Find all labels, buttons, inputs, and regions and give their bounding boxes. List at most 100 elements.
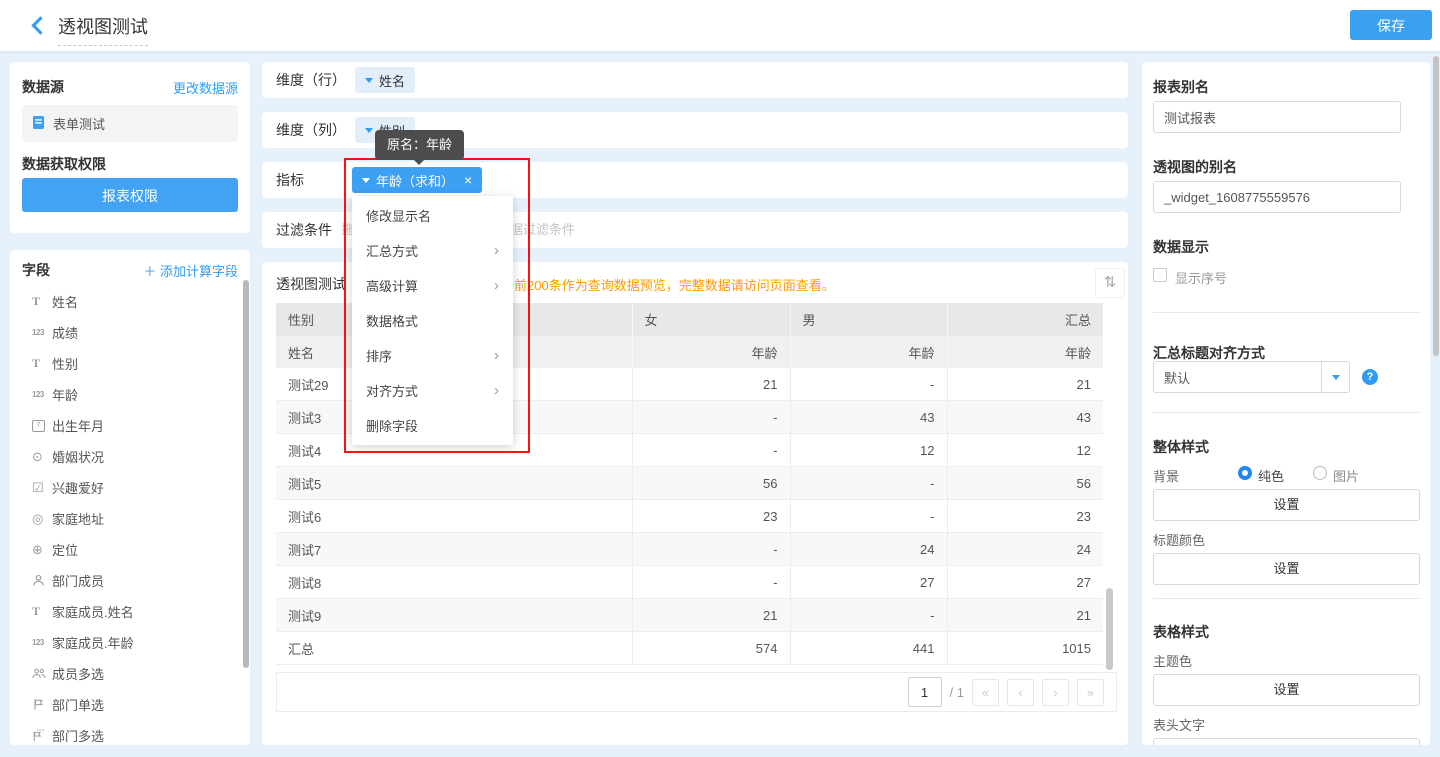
preview-title: 透视图测试 [276, 274, 346, 294]
menu-item-delete-field[interactable]: 删除字段 [352, 408, 513, 443]
menu-item-data-format[interactable]: 数据格式 [352, 303, 513, 338]
field-item[interactable]: 123家庭成员.年龄 [10, 627, 250, 658]
target-icon: ⊕ [32, 542, 52, 558]
table-style-label: 表格样式 [1153, 622, 1209, 642]
title-color-label: 标题颜色 [1153, 530, 1205, 549]
text-icon: T [32, 604, 52, 619]
pivot-builder-app: 透视图测试 保存 数据源 更改数据源 表单测试 数据获取权限 报表权限 字段 ＋… [0, 0, 1440, 757]
divider [1153, 312, 1420, 313]
preview-scrollbar[interactable] [1106, 588, 1113, 670]
page-input[interactable] [908, 677, 942, 707]
date-icon: 7 [32, 420, 52, 432]
fields-section-title: 字段 [22, 260, 50, 280]
field-item[interactable]: 成员多选 [10, 658, 250, 689]
overall-style-label: 整体样式 [1153, 437, 1209, 457]
chevron-down-icon [362, 178, 370, 183]
header-text-label: 表头文字 [1153, 715, 1205, 734]
field-item[interactable]: 7出生年月 [10, 410, 250, 441]
background-set-button[interactable]: 设置 [1153, 489, 1420, 521]
datasource-section-title: 数据源 [22, 77, 64, 97]
show-index-checkbox[interactable] [1153, 268, 1167, 282]
page-total: / 1 [950, 685, 964, 700]
first-page-icon[interactable]: « [972, 679, 999, 706]
bg-image-radio[interactable] [1313, 466, 1327, 480]
number-icon: 123 [32, 390, 52, 399]
pagination-bar: / 1 « ‹ › » [276, 672, 1117, 712]
change-datasource-link[interactable]: 更改数据源 [173, 78, 238, 97]
field-item[interactable]: 123年龄 [10, 379, 250, 410]
field-context-menu: 修改显示名 汇总方式› 高级计算› 数据格式 排序› 对齐方式› 删除字段 [352, 196, 513, 445]
members-icon [32, 667, 52, 680]
field-item[interactable]: ⊕定位 [10, 534, 250, 565]
report-permission-button[interactable]: 报表权限 [22, 178, 238, 212]
row-dimension-label: 维度（行） [276, 62, 346, 98]
help-icon[interactable]: ? [1362, 369, 1378, 385]
last-page-icon[interactable]: » [1077, 679, 1104, 706]
dept-single-icon [32, 698, 52, 711]
permission-section-title: 数据获取权限 [22, 154, 106, 174]
table-row: 测试7-2424 [276, 533, 1103, 566]
menu-item-rename[interactable]: 修改显示名 [352, 198, 513, 233]
menu-item-advanced-calc[interactable]: 高级计算› [352, 268, 513, 303]
form-doc-icon [32, 115, 45, 133]
field-item[interactable]: T姓名 [10, 286, 250, 317]
datasource-name: 表单测试 [53, 114, 105, 133]
chevron-down-icon [365, 78, 373, 83]
field-item[interactable]: 部门成员 [10, 565, 250, 596]
page-title[interactable]: 透视图测试 [58, 13, 148, 46]
add-calc-field-link[interactable]: ＋ 添加计算字段 [143, 261, 238, 280]
field-item[interactable]: 部门单选 [10, 689, 250, 720]
header-text-set-button[interactable]: 设置 [1153, 738, 1420, 745]
chevron-down-icon [1321, 362, 1349, 392]
back-icon[interactable] [30, 18, 44, 32]
summary-align-select[interactable]: 默认 [1153, 361, 1350, 393]
field-item[interactable]: T性别 [10, 348, 250, 379]
theme-color-set-button[interactable]: 设置 [1153, 674, 1420, 706]
table-row: 测试8-2727 [276, 566, 1103, 599]
text-icon: T [32, 356, 52, 371]
table-row: 测试623-23 [276, 500, 1103, 533]
divider [1153, 412, 1420, 413]
metric-row: 指标 年龄（求和）× [262, 162, 1128, 198]
top-bar: 透视图测试 保存 [0, 0, 1440, 51]
row-dimension-tag[interactable]: 姓名 [355, 67, 415, 93]
next-page-icon[interactable]: › [1042, 679, 1069, 706]
metric-tag[interactable]: 年龄（求和）× [352, 167, 482, 193]
field-item[interactable]: ◎家庭地址 [10, 503, 250, 534]
chevron-right-icon: › [494, 382, 499, 399]
data-display-label: 数据显示 [1153, 237, 1209, 257]
bg-solid-radio[interactable] [1238, 466, 1252, 480]
field-item[interactable]: 部门多选 [10, 720, 250, 745]
summary-align-label: 汇总标题对齐方式 [1153, 343, 1265, 363]
show-index-label: 显示序号 [1175, 268, 1227, 287]
chevron-down-icon [365, 128, 373, 133]
title-color-set-button[interactable]: 设置 [1153, 553, 1420, 585]
page-scrollbar[interactable] [1433, 56, 1439, 356]
report-alias-input[interactable] [1153, 101, 1401, 133]
preview-notice: 仅展示前200条作为查询数据预览，完整数据请访问页面查看。 [475, 275, 835, 294]
close-icon[interactable]: × [464, 173, 472, 187]
menu-item-sort[interactable]: 排序› [352, 338, 513, 373]
menu-item-align[interactable]: 对齐方式› [352, 373, 513, 408]
tooltip-arrow [413, 159, 425, 165]
summary-align-value: 默认 [1154, 368, 1321, 387]
text-icon: T [32, 294, 52, 309]
location-icon: ◎ [32, 511, 52, 527]
number-icon: 123 [32, 638, 52, 647]
report-alias-label: 报表别名 [1153, 77, 1209, 97]
widget-alias-input[interactable] [1153, 181, 1401, 213]
table-row: 测试556-56 [276, 467, 1103, 500]
prev-page-icon[interactable]: ‹ [1007, 679, 1034, 706]
datasource-item[interactable]: 表单测试 [22, 105, 238, 142]
field-item[interactable]: 123成绩 [10, 317, 250, 348]
menu-item-summary-method[interactable]: 汇总方式› [352, 233, 513, 268]
field-item[interactable]: ⊙婚姻状况 [10, 441, 250, 472]
bg-solid-label: 纯色 [1258, 466, 1284, 485]
sort-order-icon[interactable]: ⇅ [1095, 268, 1125, 298]
field-item[interactable]: T家庭成员.姓名 [10, 596, 250, 627]
fields-scrollbar[interactable] [243, 280, 249, 668]
save-button[interactable]: 保存 [1350, 10, 1432, 40]
background-label: 背景 [1153, 466, 1179, 485]
field-item[interactable]: ☑兴趣爱好 [10, 472, 250, 503]
field-list: T姓名 123成绩 T性别 123年龄 7出生年月 ⊙婚姻状况 ☑兴趣爱好 ◎家… [10, 286, 250, 745]
